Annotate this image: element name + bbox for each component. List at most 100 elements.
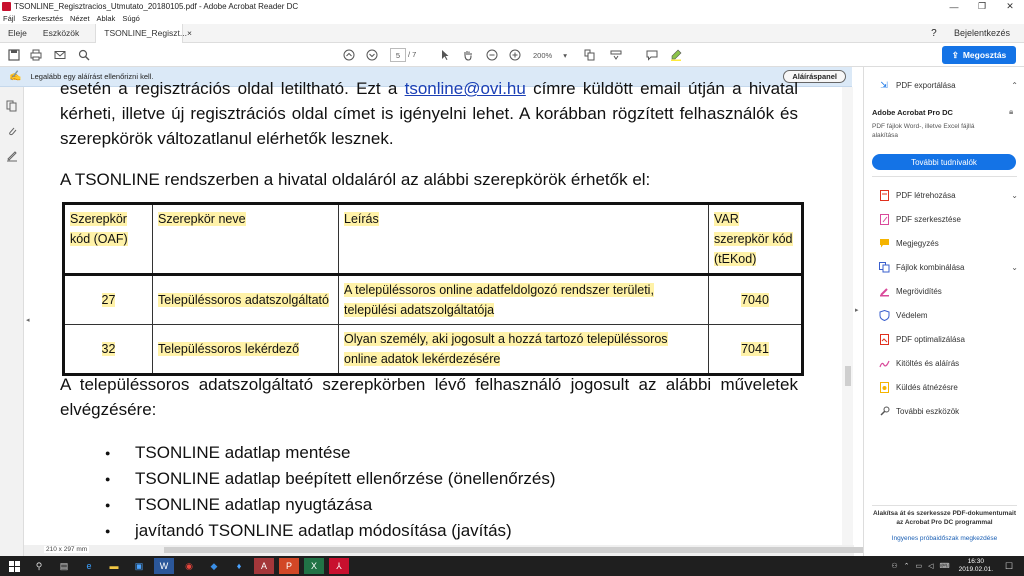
left-navigation-rail [0,67,24,556]
excel-icon[interactable]: X [304,558,324,574]
page-down-icon[interactable] [364,47,380,63]
menu-file[interactable]: Fájl [3,14,15,23]
zoom-level-dropdown[interactable]: 200% ▾ [530,48,570,62]
free-trial-link[interactable]: Ingyenes próbaidőszak megkezdése [872,535,1017,542]
notification-icon[interactable]: ☐ [999,558,1019,574]
cell-role-code: 27 [101,293,116,307]
tool-item-edit-pdf[interactable]: PDF szerkesztése [878,213,1018,225]
more-info-button[interactable]: További tudnivalók [872,154,1016,170]
horizontal-scrollbar[interactable] [24,545,864,556]
taskbar-clock[interactable]: 16:30 2019.02.01. [959,558,993,574]
table-header-cell: Szerepkör kód (OAF) [63,203,153,276]
chrome-icon[interactable]: ◉ [179,558,199,574]
tool-item-optimize-pdf[interactable]: PDF optimalizálása [878,333,1018,345]
attachment-icon[interactable] [5,124,19,138]
tool-item-combine-files[interactable]: Fájlok kombinálása ⌄ [878,261,1018,273]
language-icon[interactable]: ⌨ [940,562,950,570]
highlight-pen-icon[interactable] [668,47,684,63]
collapse-right-panel-icon[interactable]: ▸ [855,306,859,314]
help-icon[interactable]: ? [926,25,942,41]
select-cursor-icon[interactable] [437,47,453,63]
table-cell: 7041 [708,324,803,375]
tab-home[interactable]: Eleje [0,24,35,43]
save-icon[interactable] [6,47,22,63]
acrobat-taskbar-icon[interactable]: ⅄ [329,558,349,574]
export-pdf-label: PDF exportálása [896,80,956,90]
share-button[interactable]: ⇪ Megosztás [942,46,1016,64]
lock-icon: 🔒︎ [1009,107,1014,116]
people-icon[interactable]: ⚇ [891,562,897,570]
tool-item-comment[interactable]: Megjegyzés [878,237,1018,249]
tab-close-icon[interactable]: × [187,28,192,38]
file-explorer-icon[interactable]: ▬ [104,558,124,574]
tool-label: Küldés átnézésre [896,382,958,392]
chevron-down-icon: ⌄ [1011,262,1018,272]
minimize-button[interactable]: — [940,2,968,12]
tool-item-redact[interactable]: Megrövidítés [878,285,1018,297]
comment-icon[interactable] [644,47,660,63]
search-icon[interactable]: ⚲ [29,558,49,574]
cell-role-name: Településsoros adatszolgáltató [158,293,329,307]
operations-list: TSONLINE adatlap mentése TSONLINE adatla… [105,440,556,544]
export-pdf-item[interactable]: ⇲ PDF exportálása ⌃ [878,79,1018,91]
table-cell: 27 [63,274,153,325]
menu-edit[interactable]: Szerkesztés [22,14,63,23]
page-up-icon[interactable] [341,47,357,63]
tab-document[interactable]: TSONLINE_Regiszt... × [95,23,192,43]
para-cut-text-a: esetén a regisztrációs oldal letiltható.… [60,79,398,98]
optimize-pdf-icon [878,333,890,345]
chevron-down-icon: ⌄ [1011,190,1018,200]
tray-overflow-icon[interactable]: ⌃ [904,562,910,570]
pages-thumbnail-icon[interactable] [5,99,19,113]
tool-item-more-tools[interactable]: További eszközök [878,405,1018,417]
volume-icon[interactable]: ◁ [928,562,933,570]
pro-promo-text: Alakítsa át és szerkessze PDF-dokumentum… [872,505,1017,527]
zoom-in-icon[interactable] [507,47,523,63]
search-icon[interactable] [76,47,92,63]
signin-link[interactable]: Bejelentkezés [954,28,1010,38]
vertical-scroll-thumb[interactable] [845,366,851,386]
access-icon[interactable]: A [254,558,274,574]
store-icon[interactable]: ▣ [129,558,149,574]
edit-pdf-icon [878,213,890,225]
tool-item-create-pdf[interactable]: PDF létrehozása ⌄ [878,189,1018,201]
header-role-name: Szerepkör neve [158,212,246,226]
network-icon[interactable]: ▭ [916,562,923,570]
word-icon[interactable]: W [154,558,174,574]
page-number-input[interactable]: 5 [390,48,406,62]
maximize-button[interactable]: ❐ [968,1,996,12]
vertical-scrollbar[interactable] [842,87,853,545]
edge-browser-icon[interactable]: e [79,558,99,574]
pro-title: Adobe Acrobat Pro DC [872,108,953,117]
tool-item-send-review[interactable]: Küldés átnézésre [878,381,1018,393]
app-blue-icon[interactable]: ◆ [204,558,224,574]
print-icon[interactable] [28,47,44,63]
table-row: 32 Településsoros lekérdező Olyan személ… [63,324,803,375]
hand-tool-icon[interactable] [460,47,476,63]
page-display-icon[interactable] [582,47,598,63]
close-window-button[interactable]: ✕ [996,1,1024,12]
app-drop-icon[interactable]: ♦ [229,558,249,574]
signature-warning-icon: ✍ [9,71,22,82]
scroll-mode-icon[interactable] [608,47,624,63]
email-link[interactable]: tsonline@ovi.hu [405,79,526,98]
share-icon: ⇪ [951,49,959,60]
table-cell: Településsoros lekérdező [152,324,339,375]
tab-tools[interactable]: Eszközök [35,24,87,43]
tool-label: PDF létrehozása [896,190,956,200]
zoom-out-icon[interactable] [484,47,500,63]
powerpoint-icon[interactable]: P [279,558,299,574]
menu-window[interactable]: Ablak [97,14,116,23]
windows-start-icon[interactable] [4,558,24,574]
menu-view[interactable]: Nézet [70,14,90,23]
horizontal-scroll-thumb[interactable] [164,547,864,553]
collapse-left-panel-icon[interactable]: ◂ [26,316,30,324]
tool-label: Fájlok kombinálása [896,262,965,272]
tool-item-fill-sign[interactable]: Kitöltés és aláírás [878,357,1018,369]
tool-item-protect[interactable]: Védelem [878,309,1018,321]
tool-label: További eszközök [896,406,960,416]
menu-help[interactable]: Súgó [122,14,140,23]
signature-tool-icon[interactable] [5,149,19,163]
task-view-icon[interactable]: ▤ [54,558,74,574]
email-icon[interactable] [52,47,68,63]
